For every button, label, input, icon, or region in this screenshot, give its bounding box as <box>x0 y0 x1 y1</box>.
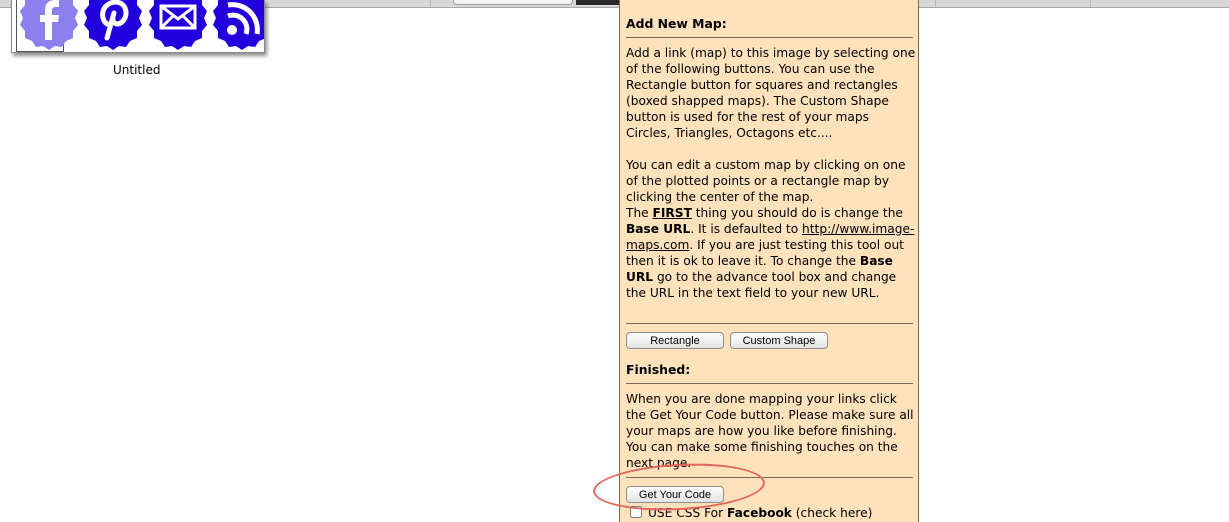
base-url-instructions: The FIRST thing you should do is change … <box>626 205 916 301</box>
finished-heading: Finished: <box>626 362 691 377</box>
toolbar-divider <box>430 0 431 7</box>
toolbar-dark-tab <box>576 0 622 5</box>
tools-panel: Add New Map: Add a link (map) to this im… <box>619 0 919 522</box>
text-fragment: go to the advance tool box and change th… <box>626 270 897 300</box>
rectangle-button[interactable]: Rectangle <box>626 332 724 349</box>
pinterest-icon <box>84 0 142 50</box>
divider <box>626 323 913 324</box>
divider <box>626 383 913 384</box>
text-fragment: The <box>626 206 649 220</box>
rss-icon <box>213 0 264 50</box>
add-new-map-heading: Add New Map: <box>626 16 727 31</box>
base-url-emphasis: Base URL <box>626 222 691 236</box>
toolbar-divider <box>935 0 936 7</box>
facebook-icon <box>20 0 78 50</box>
custom-shape-button[interactable]: Custom Shape <box>730 332 828 349</box>
option-label-bold: Facebook <box>727 506 792 520</box>
add-map-instructions: Add a link (map) to this image by select… <box>626 46 916 140</box>
thumbnail-label: Untitled <box>113 63 161 77</box>
image-thumbnail[interactable] <box>11 0 265 53</box>
text-fragment: thing you should do is change the <box>695 206 903 220</box>
email-icon <box>149 0 207 50</box>
option-label-suffix: (check here) <box>795 506 873 520</box>
divider <box>626 37 913 38</box>
toolbar-search-field[interactable] <box>453 0 573 5</box>
first-emphasis: FIRST <box>652 206 692 220</box>
text-fragment: . It is defaulted to <box>690 222 799 236</box>
toolbar-divider <box>1090 0 1091 7</box>
edit-map-instructions: You can edit a custom map by clicking on… <box>626 158 906 204</box>
finished-instructions: When you are done mapping your links cli… <box>626 392 914 470</box>
